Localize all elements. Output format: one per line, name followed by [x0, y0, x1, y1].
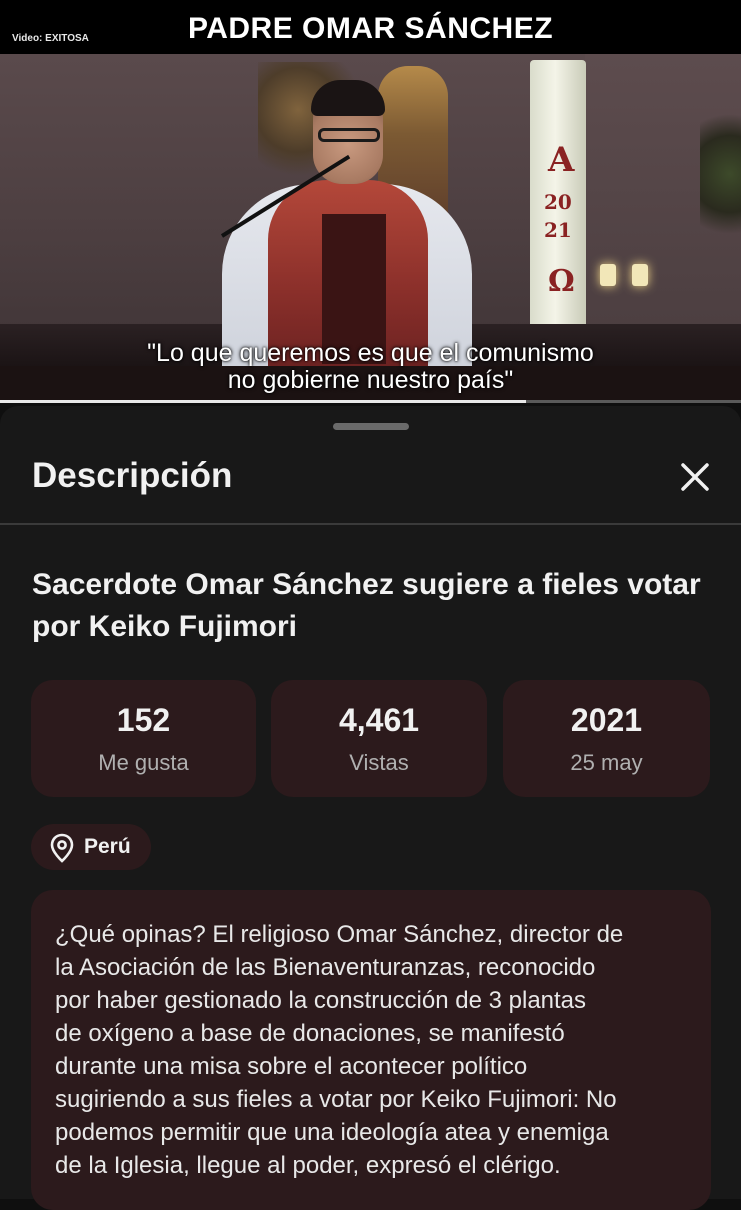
video-progress-fill — [0, 400, 527, 403]
video-title: Sacerdote Omar Sánchez sugiere a fieles … — [32, 568, 701, 643]
views-label: Vistas — [349, 750, 409, 775]
drag-handle[interactable] — [333, 423, 409, 430]
location-chip[interactable]: Perú — [31, 824, 151, 870]
close-button[interactable] — [670, 452, 720, 502]
video-quote-caption: "Lo que queremos es que el comunismo no … — [0, 340, 741, 394]
location-pin-icon — [50, 833, 74, 863]
description-box: ¿Qué opinas? El religioso Omar Sánchez, … — [31, 890, 711, 1210]
priest-glasses — [318, 128, 380, 142]
candle-year-top: 20 — [544, 190, 572, 214]
video-progress-bar[interactable] — [0, 400, 741, 403]
divider — [0, 523, 741, 525]
stat-views: 4,461 Vistas — [271, 680, 487, 797]
video-overlay-title: PADRE OMAR SÁNCHEZ — [187, 12, 554, 45]
description-panel: Descripción Sacerdote Omar Sánchez sugie… — [0, 406, 741, 1210]
publish-date: 25 may — [570, 750, 643, 775]
quote-line-1: "Lo que queremos es que el comunismo — [147, 339, 594, 367]
video-player[interactable]: A 20 21 Ω Video: EXITOSA PADRE OMAR SÁNC… — [0, 0, 741, 403]
likes-label: Me gusta — [98, 750, 189, 775]
altar-candle — [632, 264, 648, 286]
description-text: ¿Qué opinas? El religioso Omar Sánchez, … — [55, 921, 624, 1179]
location-label: Perú — [84, 835, 131, 858]
candle-alpha: A — [548, 140, 575, 180]
candle-omega: Ω — [548, 264, 575, 299]
likes-count: 152 — [116, 702, 171, 738]
priest-hair — [311, 80, 385, 116]
flower-arrangement-right — [700, 94, 741, 254]
views-count: 4,461 — [338, 702, 420, 738]
candle-year-bottom: 21 — [544, 218, 572, 242]
video-title-bar: Video: EXITOSA PADRE OMAR SÁNCHEZ — [0, 0, 741, 54]
altar-candle — [600, 264, 616, 286]
stat-likes: 152 Me gusta — [31, 680, 256, 797]
stat-date: 2021 25 may — [503, 680, 710, 797]
quote-line-2: no gobierne nuestro país" — [227, 366, 514, 394]
publish-year: 2021 — [570, 702, 643, 738]
close-icon — [681, 463, 709, 491]
panel-title: Descripción — [32, 456, 233, 495]
video-frame: A 20 21 Ω — [0, 54, 741, 366]
